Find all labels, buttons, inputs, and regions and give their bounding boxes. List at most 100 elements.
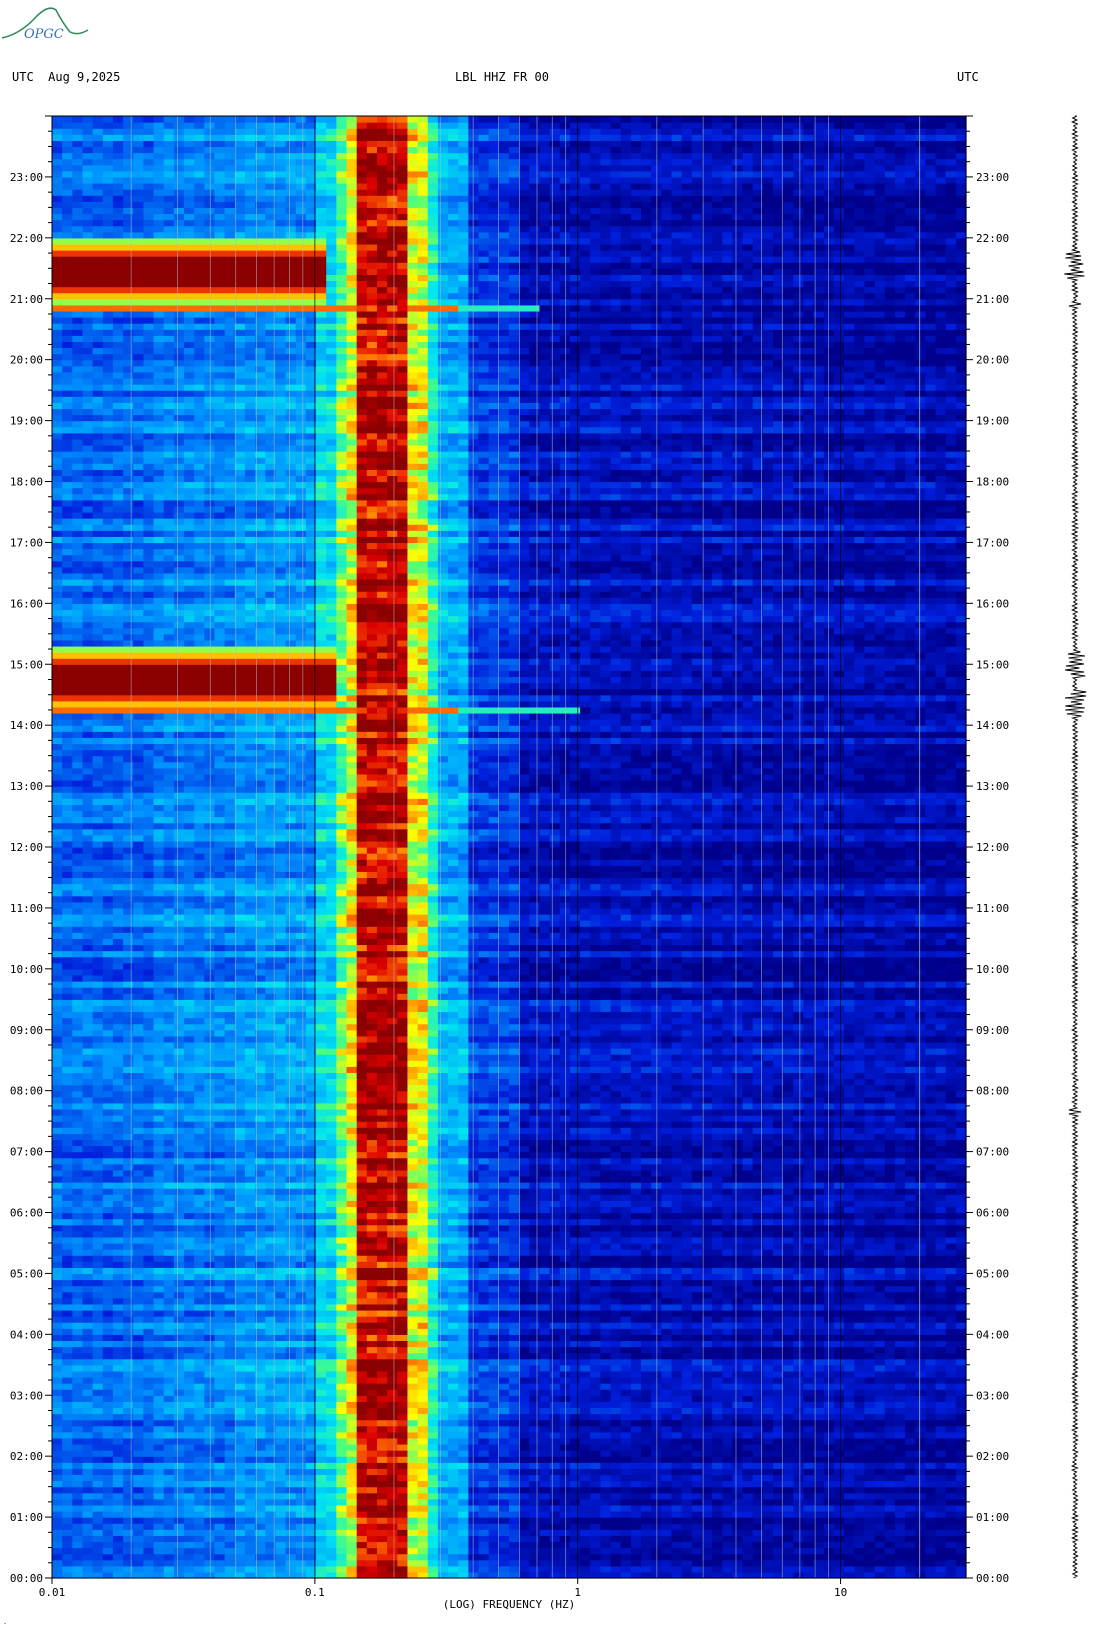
spectrogram-cell — [793, 1401, 805, 1409]
spectrogram-cell — [498, 1242, 510, 1250]
spectrogram-cell — [610, 1340, 622, 1348]
spectrogram-cell — [326, 1431, 337, 1439]
spectrogram-cell — [62, 1492, 73, 1500]
spectrogram-cell — [488, 1267, 500, 1275]
spectrogram-cell — [752, 1535, 764, 1543]
spectrogram-cell — [894, 1468, 906, 1476]
spectrogram-cell — [864, 1297, 876, 1305]
spectrogram-cell — [935, 1291, 947, 1299]
spectrogram-cell — [580, 1273, 591, 1281]
spectrogram-cell — [417, 1309, 429, 1317]
spectrogram-cell — [488, 1316, 500, 1323]
spectrogram-cell — [681, 1346, 693, 1354]
spectrogram-cell — [620, 1255, 632, 1262]
spectrogram-cell — [498, 1364, 510, 1372]
spectrogram-cell — [600, 1529, 612, 1536]
spectrogram-cell — [498, 1316, 510, 1323]
spectrogram-cell — [752, 1547, 764, 1555]
spectrogram-cell — [407, 1431, 419, 1439]
spectrogram-cell — [915, 1431, 926, 1439]
spectrogram-cell — [376, 1370, 388, 1378]
spectrogram-cell — [742, 1535, 754, 1543]
spectrogram-cell — [326, 1547, 337, 1555]
spectrogram-cell — [793, 1462, 805, 1469]
spectrogram-cell — [62, 1395, 73, 1402]
spectrogram-cell — [833, 1279, 845, 1287]
spectrogram-cell — [509, 1474, 520, 1482]
spectrogram-cell — [376, 1437, 388, 1445]
spectrogram-cell — [874, 1285, 886, 1293]
spectrogram-cell — [112, 1370, 124, 1378]
spectrogram-cell — [285, 1498, 297, 1506]
spectrogram-cell — [194, 1443, 205, 1451]
spectrogram-cell — [204, 1249, 216, 1256]
spectrogram-cell — [366, 1510, 378, 1518]
spectrogram-cell — [864, 1352, 876, 1360]
spectrogram-cell — [458, 1504, 469, 1512]
spectrogram-cell — [620, 1242, 632, 1250]
spectrogram-cell — [590, 1328, 601, 1335]
spectrogram-cell — [945, 1267, 957, 1275]
spectrogram-cell — [336, 1395, 348, 1402]
spectrogram-cell — [143, 1474, 155, 1482]
spectrogram-cell — [590, 1553, 601, 1561]
spectrogram-cell — [275, 1529, 287, 1536]
spectrogram-cell — [630, 1413, 642, 1421]
spectrogram-cell — [316, 1407, 327, 1415]
spectrogram-cell — [580, 1492, 591, 1500]
spectrogram-cell — [468, 1358, 480, 1366]
spectrogram-cell — [336, 1255, 348, 1262]
spectrogram-cell — [173, 1456, 185, 1463]
spectrogram-cell — [854, 1291, 866, 1299]
spectrogram-cell — [356, 1322, 368, 1329]
spectrogram-cell — [234, 1498, 246, 1506]
spectrogram-cell — [529, 1273, 541, 1281]
spectrogram-cell — [448, 1431, 459, 1439]
spectrogram-cell — [549, 1431, 561, 1439]
spectrogram-cell — [671, 1529, 683, 1536]
spectrogram-cell — [468, 1498, 480, 1506]
spectrogram-cell — [224, 1358, 236, 1366]
spectrogram-cell — [72, 1334, 84, 1342]
spectrogram-cell — [448, 1340, 459, 1348]
spectrogram-cell — [691, 1431, 703, 1439]
spectrogram-cell — [823, 1334, 835, 1342]
spectrogram-cell — [92, 1261, 104, 1268]
spectrogram-cell — [346, 1510, 358, 1518]
spectrogram-cell — [854, 1322, 866, 1329]
spectrogram-cell — [925, 1456, 937, 1463]
spectrogram-cell — [762, 1370, 774, 1378]
spectrogram-cell — [630, 1255, 642, 1262]
spectrogram-cell — [468, 1437, 480, 1445]
spectrogram-cell — [153, 1425, 165, 1433]
spectrogram-cell — [427, 1236, 439, 1244]
spectrogram-cell — [72, 1450, 84, 1457]
spectrogram-cell — [844, 1510, 855, 1518]
spectrogram-cell — [803, 1431, 815, 1439]
spectrogram-cell — [661, 1383, 673, 1390]
spectrogram-cell — [478, 1510, 490, 1518]
spectrogram-cell — [681, 1559, 693, 1567]
spectrogram-cell — [600, 1383, 612, 1390]
spectrogram-cell — [468, 1565, 480, 1573]
spectrogram-cell — [803, 1407, 815, 1415]
spectrogram-cell — [448, 1462, 459, 1469]
spectrogram-cell — [874, 1322, 886, 1329]
spectrogram-cell — [468, 1297, 480, 1305]
spectrogram-cell — [641, 1309, 652, 1317]
spectrogram-cell — [539, 1419, 551, 1427]
spectrogram-cell — [417, 1267, 429, 1275]
spectrogram-cell — [722, 1273, 734, 1281]
spectrogram-cell — [701, 1261, 713, 1268]
spectrogram-cell — [153, 1419, 165, 1427]
spectrogram-cell — [478, 1468, 490, 1476]
spectrogram-cell — [559, 1249, 571, 1256]
spectrogram-cell — [519, 1303, 530, 1311]
spectrogram-cell — [72, 1517, 84, 1524]
spectrogram-cell — [701, 1480, 713, 1488]
spectrogram-cell — [519, 1450, 530, 1457]
spectrogram-cell — [732, 1279, 744, 1287]
spectrogram-cell — [488, 1285, 500, 1293]
spectrogram-cell — [194, 1285, 205, 1293]
spectrogram-cell — [417, 1334, 429, 1342]
